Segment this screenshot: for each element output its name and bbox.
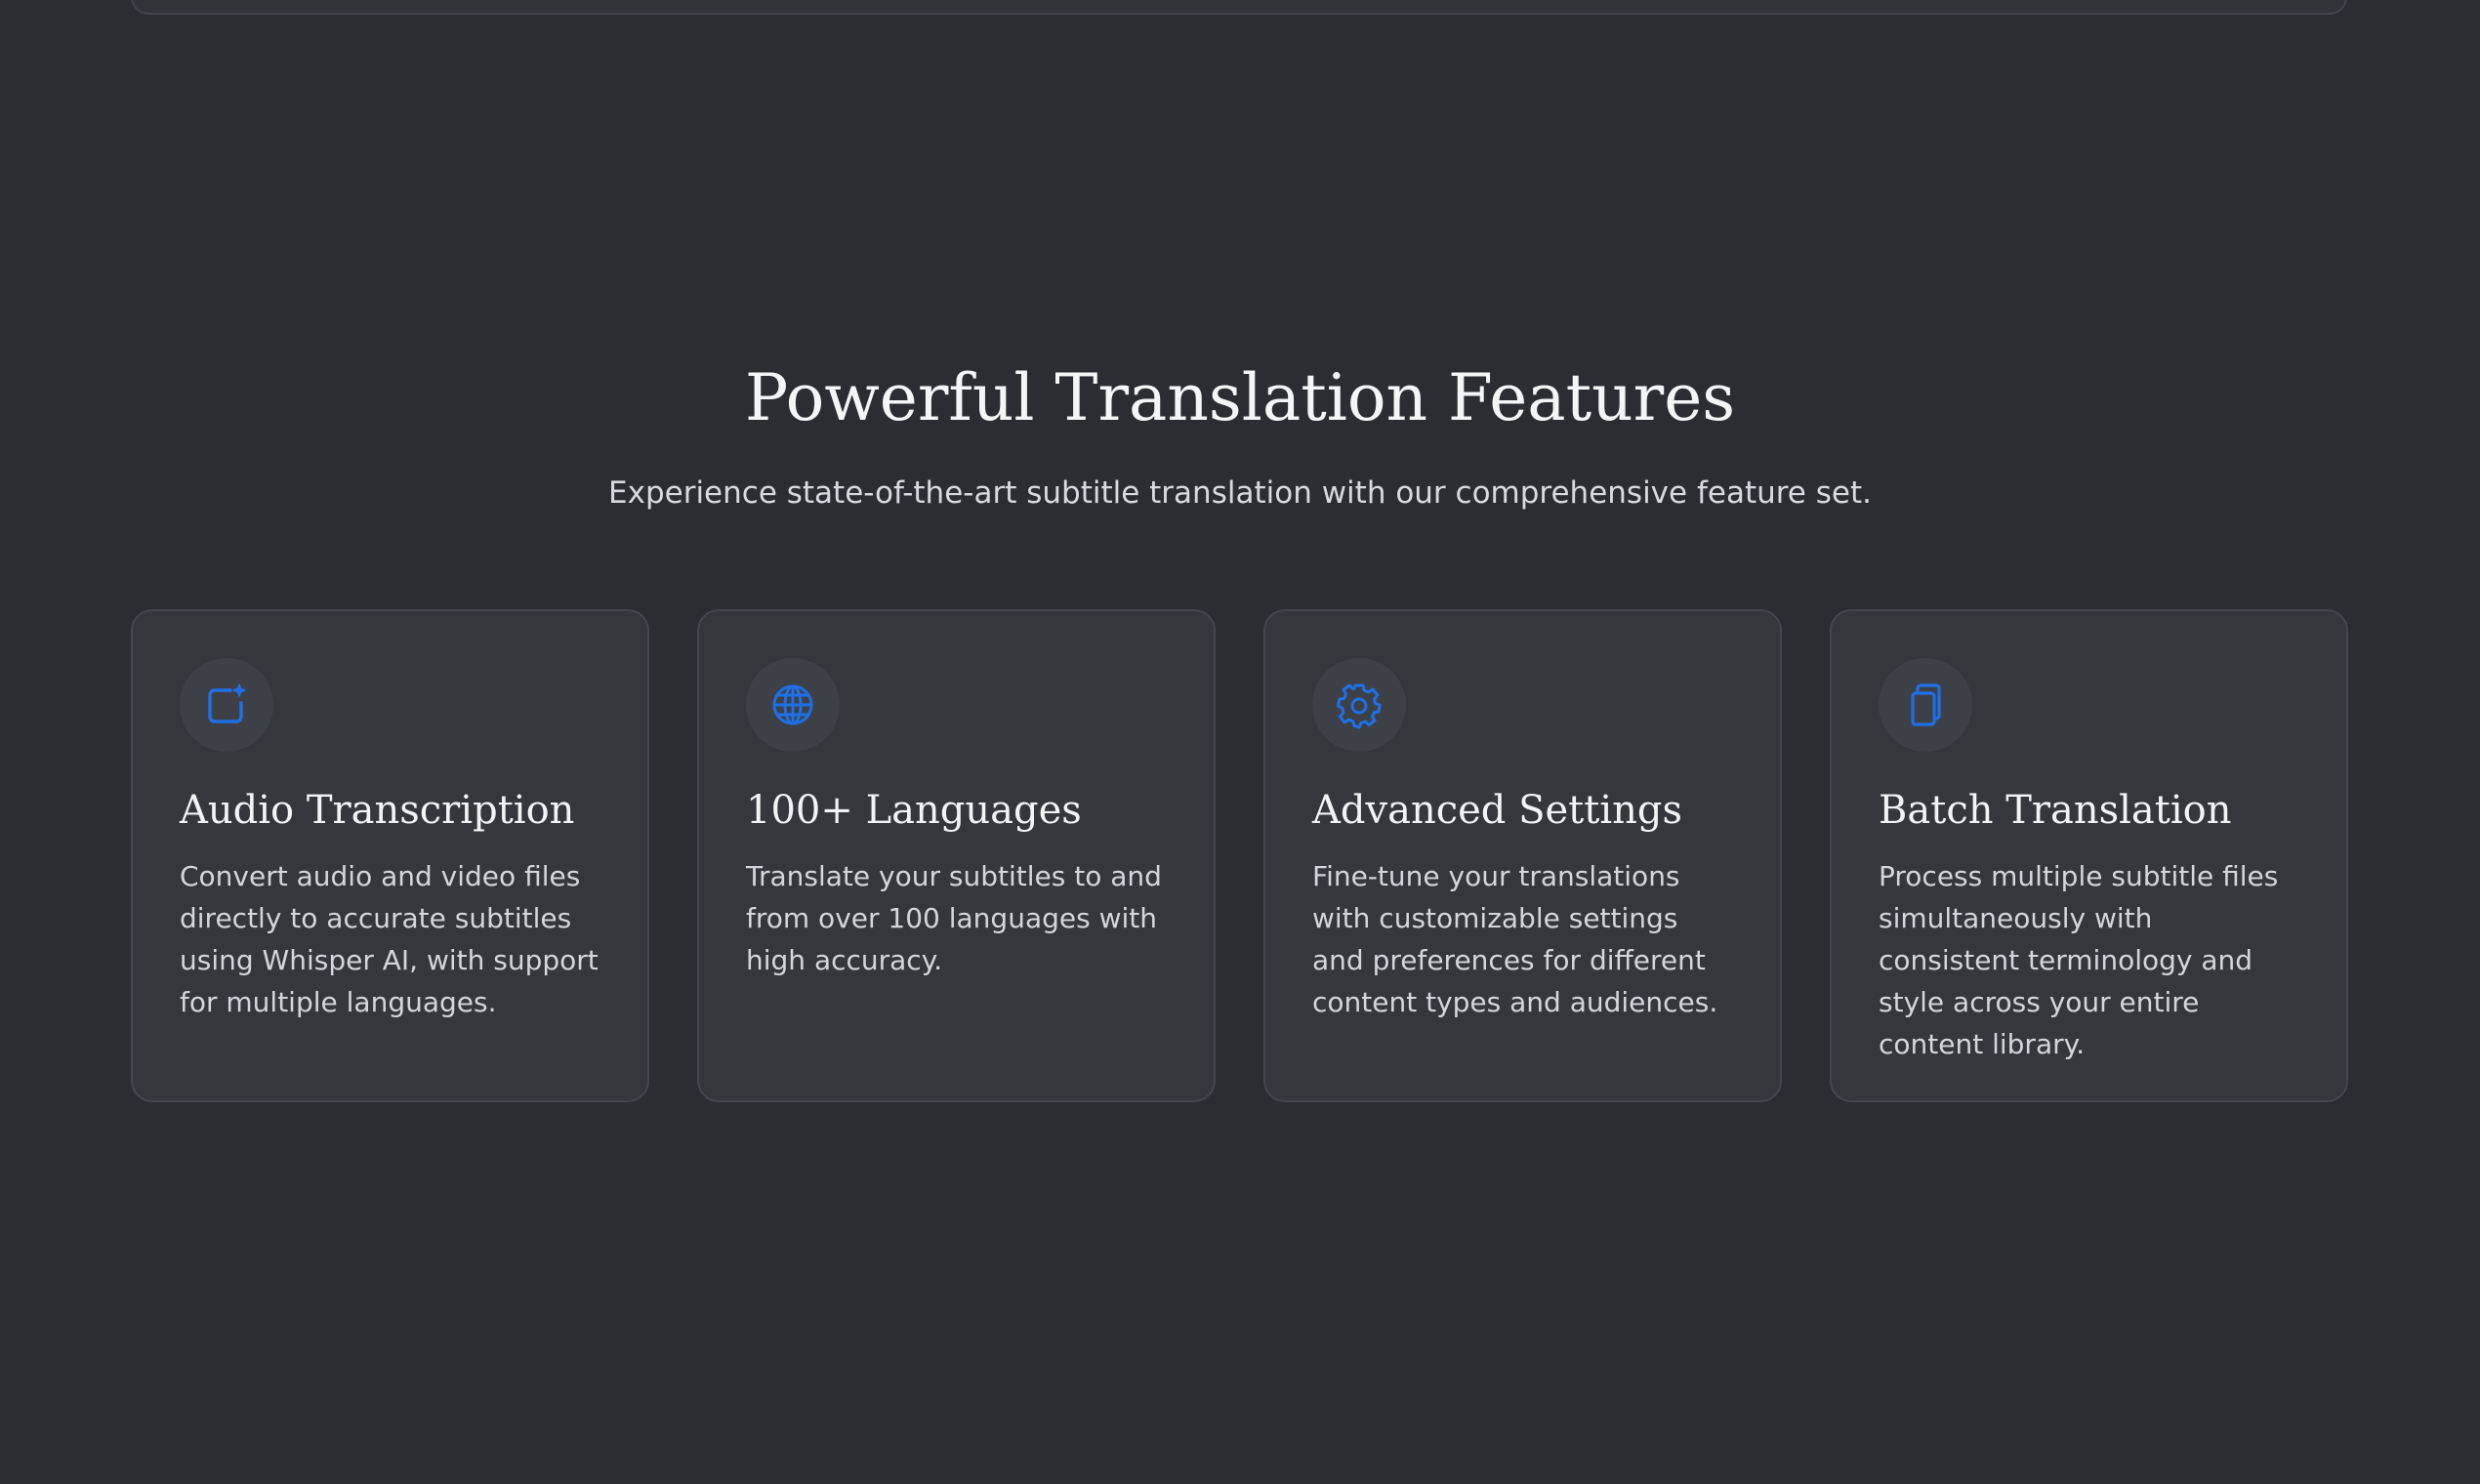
feature-card-languages: 100+ Languages Translate your subtitles …: [697, 609, 1216, 1102]
feature-card-audio-transcription: Audio Transcription Convert audio and vi…: [131, 609, 649, 1102]
feature-description: Translate your subtitles to and from ove…: [746, 860, 1162, 976]
feature-title: Audio Transcription: [180, 788, 575, 833]
features-section: Powerful Translation Features Experience…: [0, 0, 2480, 1484]
feature-card-batch-translation: Batch Translation Process multiple subti…: [1830, 609, 2348, 1102]
features-title: Powerful Translation Features: [744, 360, 1736, 435]
feature-description: Convert audio and video files directly t…: [180, 860, 599, 1018]
feature-description: Fine-tune your translations with customi…: [1312, 860, 1718, 1018]
audio-transcription-icon: [180, 658, 273, 752]
gear-icon: [1312, 658, 1406, 752]
feature-description: Process multiple subtitle files simultan…: [1879, 860, 2279, 1060]
feature-title: Batch Translation: [1879, 788, 2232, 833]
feature-card-advanced-settings: Advanced Settings Fine-tune your transla…: [1263, 609, 1782, 1102]
feature-cards: Audio Transcription Convert audio and vi…: [131, 609, 2349, 1102]
feature-title: Advanced Settings: [1312, 788, 1683, 833]
globe-icon: [746, 658, 840, 752]
feature-title: 100+ Languages: [746, 788, 1082, 833]
features-subtitle: Experience state-of-the-art subtitle tra…: [608, 475, 1872, 511]
copy-icon: [1879, 658, 1972, 752]
